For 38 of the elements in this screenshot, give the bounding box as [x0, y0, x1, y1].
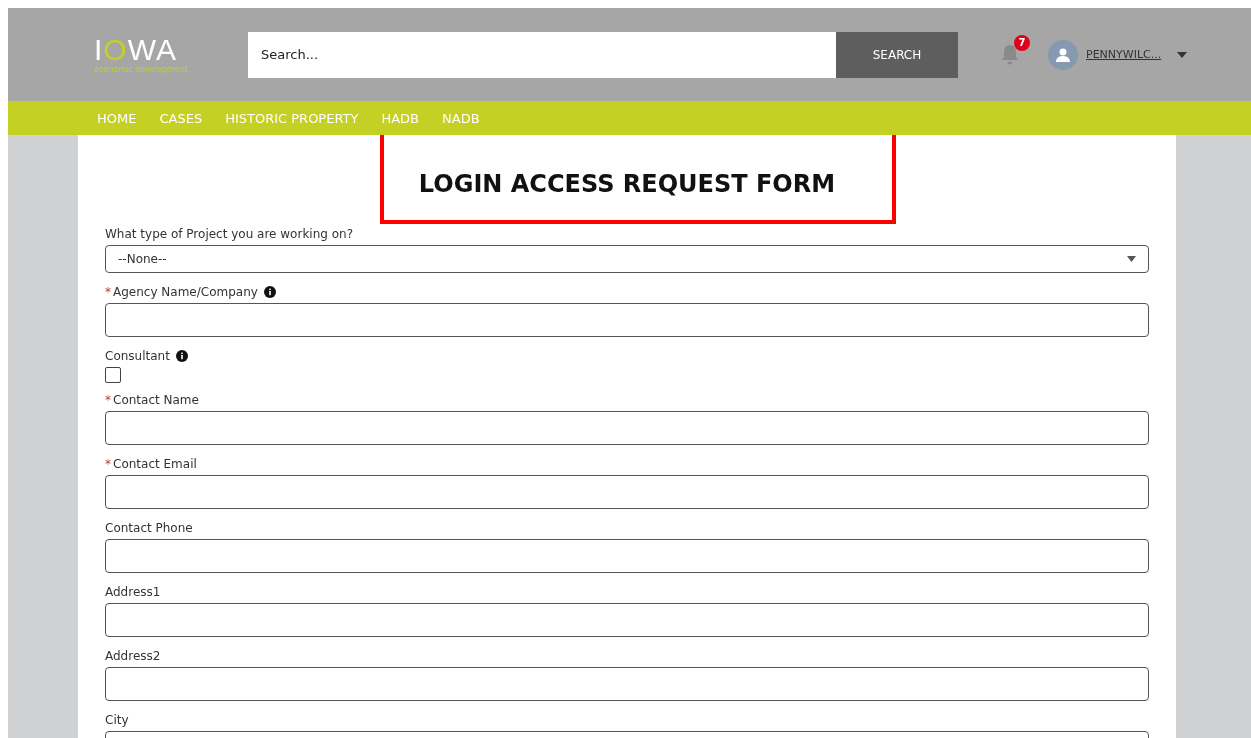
nav-link[interactable]: CASES [159, 110, 203, 126]
caret-icon[interactable] [1177, 51, 1188, 58]
form-title: LOGIN ACCESS REQUEST FORM [418, 169, 836, 198]
nav-link[interactable]: NADB [442, 110, 480, 126]
nav-link[interactable]: HISTORIC PROPERTY [225, 110, 359, 126]
checkbox[interactable] [105, 367, 121, 383]
info-icon [263, 285, 276, 298]
field-label: Contact Name [113, 392, 199, 407]
input-field[interactable] [105, 303, 1149, 337]
field-label: Consultant [105, 348, 170, 363]
field-label: Address2 [105, 648, 161, 663]
field-label: Address1 [105, 584, 161, 599]
select-field[interactable]: --None-- [105, 245, 1149, 273]
input-field[interactable] [105, 667, 1149, 701]
field-label: What type of Project you are working on? [105, 226, 354, 241]
avatar[interactable] [1048, 39, 1078, 70]
required-mark: * [105, 392, 111, 407]
input-field[interactable] [105, 411, 1149, 445]
info-icon [175, 349, 188, 362]
logo[interactable]: IOWA [94, 34, 216, 65]
search-field[interactable]: Search... [248, 31, 836, 78]
search-button[interactable]: SEARCH [836, 31, 958, 78]
input-field[interactable] [105, 603, 1149, 637]
field-label: City [105, 712, 129, 727]
person-icon [1055, 46, 1071, 63]
nav-link[interactable]: HADB [381, 110, 419, 126]
required-mark: * [105, 456, 111, 471]
field-label: Contact Email [113, 456, 197, 471]
input-field[interactable] [105, 539, 1149, 573]
input-field[interactable] [105, 475, 1149, 509]
field-label: Agency Name/Company [113, 284, 258, 299]
user-name-link[interactable]: PENNYWILC... [1086, 48, 1162, 61]
required-mark: * [105, 284, 111, 299]
nav-link[interactable]: HOME [97, 110, 137, 126]
field-label: Contact Phone [105, 520, 193, 535]
notification-badge: 7 [1014, 34, 1030, 51]
caret-icon [1127, 256, 1136, 262]
logo-tagline: economic development [94, 64, 189, 75]
